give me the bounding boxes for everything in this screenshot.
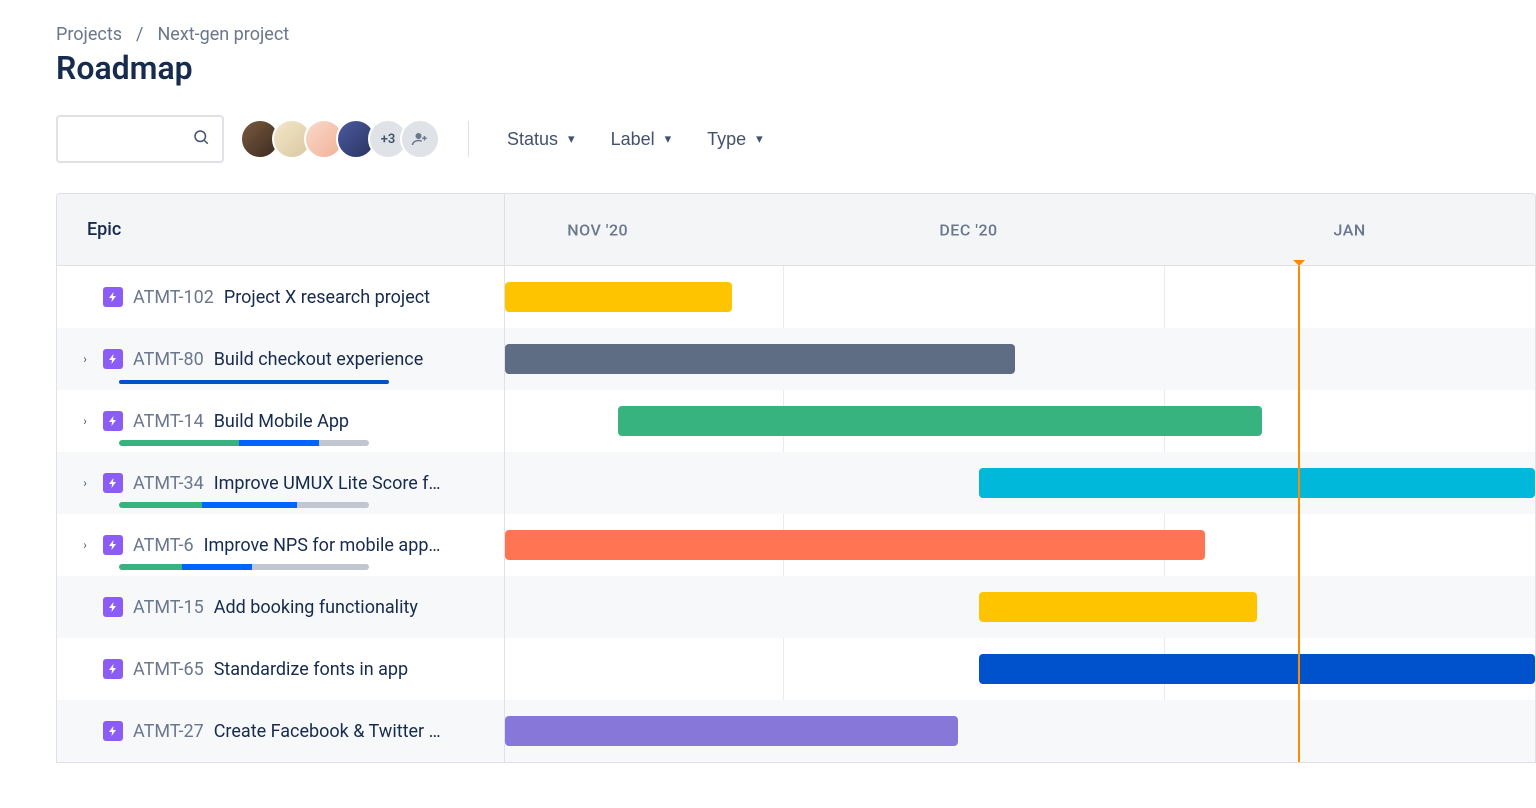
page-title: Roadmap bbox=[56, 49, 1536, 87]
epic-bar[interactable] bbox=[505, 282, 732, 312]
epic-row[interactable]: ATMT-27 Create Facebook & Twitter … bbox=[57, 700, 504, 762]
month-label: NOV '20 bbox=[567, 220, 628, 239]
epic-bar[interactable] bbox=[979, 654, 1535, 684]
today-indicator bbox=[1298, 266, 1300, 762]
expand-toggle[interactable]: › bbox=[77, 414, 93, 428]
epic-icon bbox=[103, 411, 123, 431]
status-filter[interactable]: Status ▾ bbox=[497, 123, 585, 156]
type-filter[interactable]: Type ▾ bbox=[697, 123, 773, 156]
search-box[interactable] bbox=[56, 115, 224, 163]
epic-icon bbox=[103, 349, 123, 369]
expand-toggle[interactable]: › bbox=[77, 352, 93, 366]
month-label: JAN bbox=[1334, 220, 1366, 239]
epic-key[interactable]: ATMT-27 bbox=[133, 721, 204, 742]
timeline-row bbox=[505, 576, 1535, 638]
add-people-button[interactable] bbox=[400, 119, 440, 159]
epic-progress bbox=[119, 440, 369, 446]
timeline-row bbox=[505, 452, 1535, 514]
epic-row[interactable]: ATMT-15 Add booking functionality bbox=[57, 576, 504, 638]
breadcrumb-root[interactable]: Projects bbox=[56, 24, 122, 45]
timeline-row bbox=[505, 700, 1535, 762]
epic-title[interactable]: Build Mobile App bbox=[214, 411, 349, 432]
epic-title[interactable]: Create Facebook & Twitter … bbox=[214, 721, 441, 742]
chevron-down-icon: ▾ bbox=[568, 131, 575, 147]
epic-progress bbox=[119, 502, 369, 508]
epic-key[interactable]: ATMT-6 bbox=[133, 535, 194, 556]
label-filter[interactable]: Label ▾ bbox=[601, 123, 682, 156]
chevron-down-icon: ▾ bbox=[756, 131, 763, 147]
epic-key[interactable]: ATMT-102 bbox=[133, 287, 214, 308]
expand-toggle[interactable]: › bbox=[77, 538, 93, 552]
epic-title[interactable]: Standardize fonts in app bbox=[214, 659, 408, 680]
epic-key[interactable]: ATMT-80 bbox=[133, 349, 204, 370]
epic-bar[interactable] bbox=[505, 716, 958, 746]
epic-title[interactable]: Project X research project bbox=[224, 287, 430, 308]
epic-key[interactable]: ATMT-34 bbox=[133, 473, 204, 494]
epic-bar[interactable] bbox=[618, 406, 1262, 436]
timeline-row bbox=[505, 514, 1535, 576]
epic-bar[interactable] bbox=[505, 530, 1205, 560]
epic-icon bbox=[103, 659, 123, 679]
epic-link-underline bbox=[119, 380, 389, 384]
breadcrumb-current[interactable]: Next-gen project bbox=[157, 24, 289, 45]
epic-row[interactable]: › ATMT-14 Build Mobile App bbox=[57, 390, 504, 452]
timeline-header: NOV '20 DEC '20 JAN bbox=[505, 194, 1535, 266]
label-filter-label: Label bbox=[611, 129, 655, 150]
epic-bar[interactable] bbox=[979, 468, 1535, 498]
chevron-down-icon: ▾ bbox=[665, 131, 672, 147]
epic-row[interactable]: ATMT-65 Standardize fonts in app bbox=[57, 638, 504, 700]
search-icon bbox=[192, 128, 210, 150]
epic-column-header: Epic bbox=[57, 194, 505, 266]
epic-icon bbox=[103, 721, 123, 741]
epic-icon bbox=[103, 473, 123, 493]
timeline-row bbox=[505, 390, 1535, 452]
epic-row[interactable]: › ATMT-80 Build checkout experience bbox=[57, 328, 504, 390]
epic-key[interactable]: ATMT-65 bbox=[133, 659, 204, 680]
avatar-group: +3 bbox=[240, 119, 440, 159]
epic-bar[interactable] bbox=[505, 344, 1015, 374]
epic-icon bbox=[103, 535, 123, 555]
epic-title[interactable]: Improve UMUX Lite Score f… bbox=[214, 473, 441, 494]
breadcrumb: Projects / Next-gen project bbox=[56, 24, 1536, 45]
roadmap-container: Epic NOV '20 DEC '20 JAN ATMT-102 Project X… bbox=[56, 193, 1536, 763]
epic-key[interactable]: ATMT-15 bbox=[133, 597, 204, 618]
epic-key[interactable]: ATMT-14 bbox=[133, 411, 204, 432]
epic-progress bbox=[119, 564, 369, 570]
toolbar-divider bbox=[468, 121, 469, 157]
timeline-row bbox=[505, 328, 1535, 390]
status-filter-label: Status bbox=[507, 129, 558, 150]
epic-title[interactable]: Improve NPS for mobile app… bbox=[204, 535, 441, 556]
epic-icon bbox=[103, 597, 123, 617]
month-label: DEC '20 bbox=[939, 220, 997, 239]
epic-row[interactable]: › ATMT-6 Improve NPS for mobile app… bbox=[57, 514, 504, 576]
expand-toggle[interactable]: › bbox=[77, 476, 93, 490]
epic-row[interactable]: ATMT-102 Project X research project bbox=[57, 266, 504, 328]
epic-title[interactable]: Build checkout experience bbox=[214, 349, 424, 370]
timeline-row bbox=[505, 638, 1535, 700]
timeline-row bbox=[505, 266, 1535, 328]
type-filter-label: Type bbox=[707, 129, 746, 150]
epic-row[interactable]: › ATMT-34 Improve UMUX Lite Score f… bbox=[57, 452, 504, 514]
toolbar: +3 Status ▾ Label ▾ Type ▾ bbox=[56, 115, 1536, 163]
breadcrumb-separator: / bbox=[136, 24, 143, 45]
epic-icon bbox=[103, 287, 123, 307]
epic-bar[interactable] bbox=[979, 592, 1257, 622]
epic-title[interactable]: Add booking functionality bbox=[214, 597, 418, 618]
